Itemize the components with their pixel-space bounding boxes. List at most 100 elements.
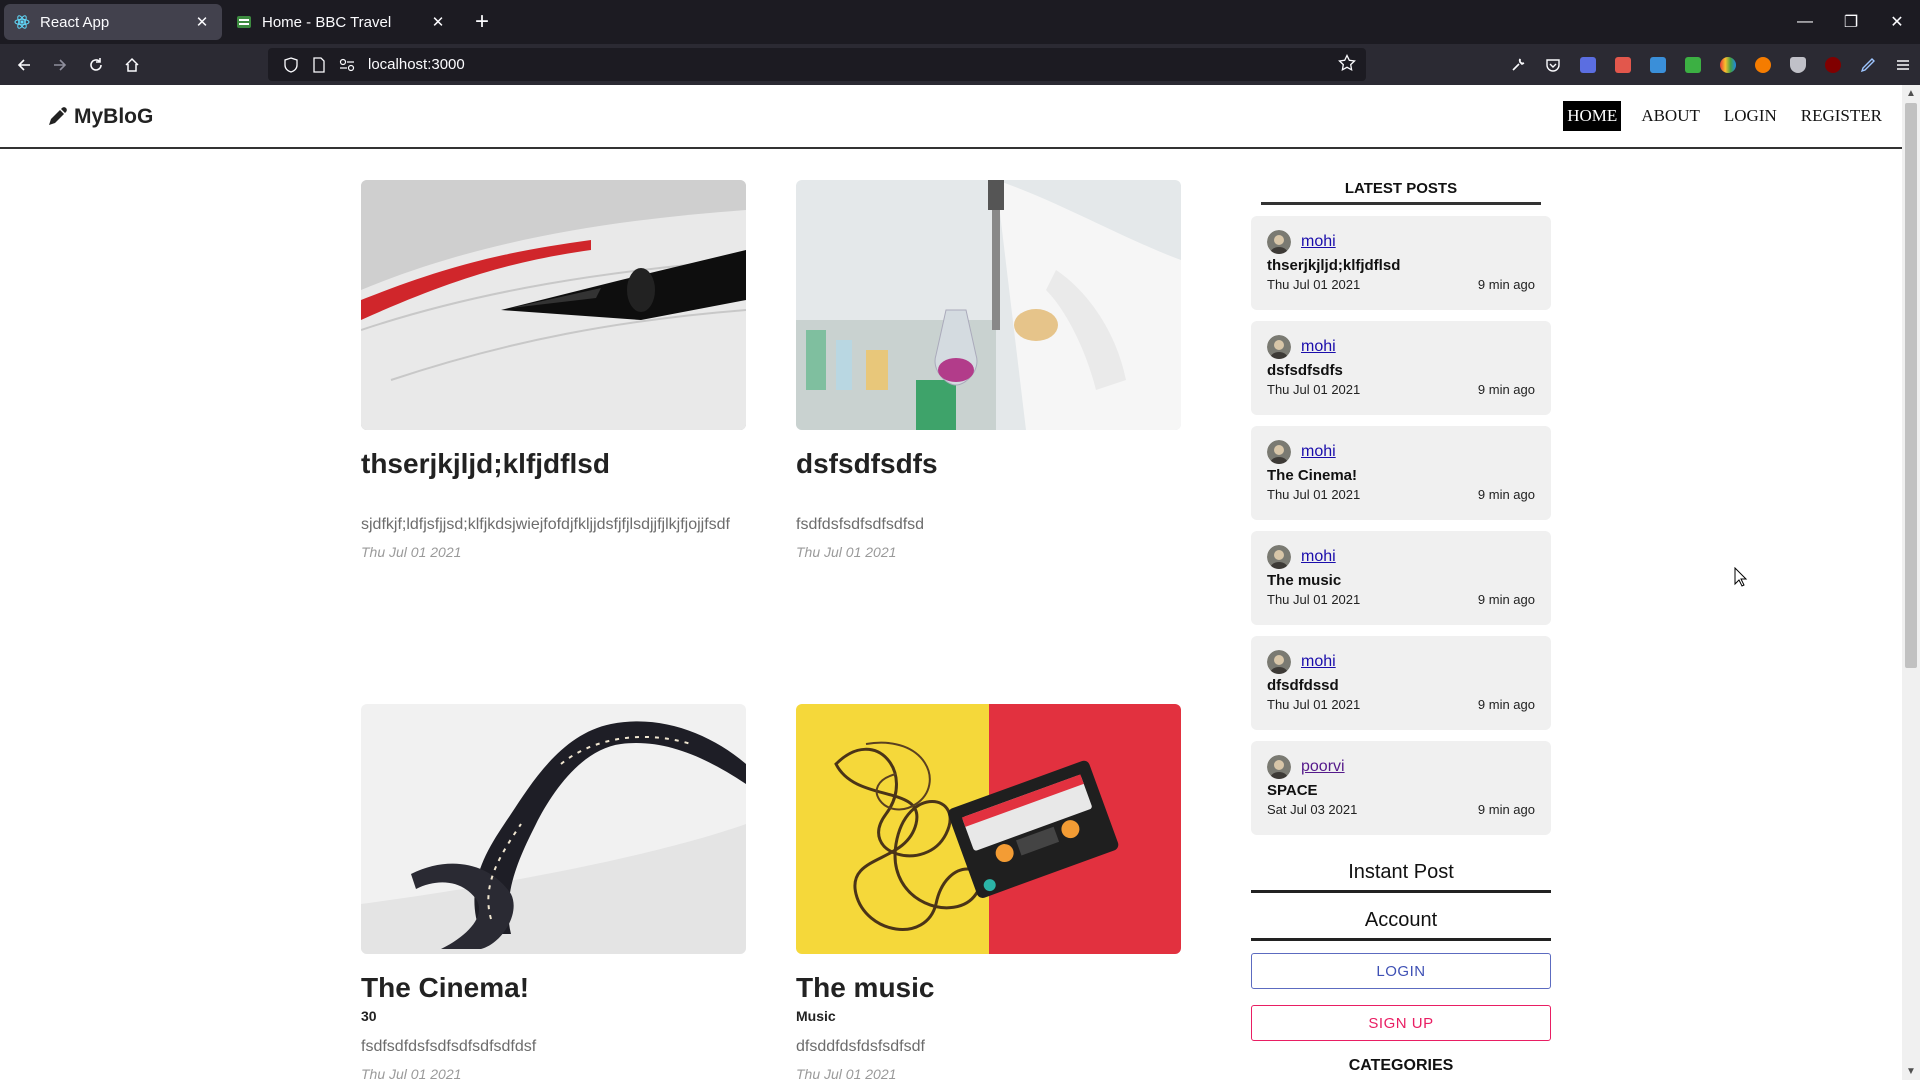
latest-post-date: Thu Jul 01 2021 <box>1267 592 1361 607</box>
post-category: Music <box>796 1008 836 1024</box>
post-date: Thu Jul 01 2021 <box>361 544 462 560</box>
author-link[interactable]: mohi <box>1301 653 1336 671</box>
author-link[interactable]: mohi <box>1301 443 1336 461</box>
tab-react-app[interactable]: React App ✕ <box>4 4 222 40</box>
page-icon[interactable] <box>308 55 330 75</box>
extension-blue-icon[interactable] <box>1570 49 1605 81</box>
extension-container-icon[interactable] <box>1640 49 1675 81</box>
latest-post-ago: 9 min ago <box>1477 697 1535 712</box>
avatar <box>1267 545 1291 569</box>
menu-home[interactable]: HOME <box>1563 101 1622 131</box>
minimize-icon[interactable]: — <box>1782 0 1828 44</box>
post-image-cassette[interactable] <box>796 704 1181 954</box>
close-tab-icon[interactable]: ✕ <box>192 13 212 31</box>
back-icon[interactable] <box>6 49 42 81</box>
post-date: Thu Jul 01 2021 <box>361 1066 462 1080</box>
extension-shield-icon[interactable] <box>1780 49 1815 81</box>
avatar <box>1267 230 1291 254</box>
latest-posts-heading: LATEST POSTS <box>1261 180 1541 205</box>
web-page: MyBloG HOME ABOUT LOGIN REGISTER thserjk… <box>0 85 1902 1080</box>
latest-post-item[interactable]: mohi thserjkjljd;klfjdflsd Thu Jul 01 20… <box>1251 216 1551 310</box>
post-card[interactable]: dsfsdfsdfs fsdfdsfsdfsdfsdfsd Thu Jul 01… <box>796 180 1181 560</box>
categories-heading: CATEGORIES <box>1348 1057 1454 1074</box>
menu-about[interactable]: ABOUT <box>1637 101 1704 131</box>
author-link[interactable]: mohi <box>1301 548 1336 566</box>
post-description: fsdfsdfdsfsdfsdfsdfsdfdsf <box>361 1038 537 1055</box>
author-link[interactable]: mohi <box>1301 338 1336 356</box>
latest-post-date: Thu Jul 01 2021 <box>1267 277 1361 292</box>
post-card[interactable]: thserjkjljd;klfjdflsd sjdfkjf;ldfjsfjjsd… <box>361 180 746 560</box>
latest-post-date: Thu Jul 01 2021 <box>1267 487 1361 502</box>
latest-post-title[interactable]: The music <box>1267 572 1535 589</box>
extension-pen-icon[interactable] <box>1850 49 1885 81</box>
post-title[interactable]: The Cinema! <box>361 972 746 1004</box>
latest-post-item[interactable]: mohi The music Thu Jul 01 2021 9 min ago <box>1251 531 1551 625</box>
tab-bbc-travel[interactable]: Home - BBC Travel ✕ <box>226 4 458 40</box>
bookmark-star-icon[interactable] <box>1338 53 1356 76</box>
reload-icon[interactable] <box>78 49 114 81</box>
latest-post-item[interactable]: mohi dsfsdfsdfs Thu Jul 01 2021 9 min ago <box>1251 321 1551 415</box>
latest-post-item[interactable]: poorvi SPACE Sat Jul 03 2021 9 min ago <box>1251 741 1551 835</box>
latest-post-item[interactable]: mohi dfsdfdssd Thu Jul 01 2021 9 min ago <box>1251 636 1551 730</box>
extension-green-icon[interactable] <box>1675 49 1710 81</box>
avatar <box>1267 650 1291 674</box>
close-tab-icon[interactable]: ✕ <box>428 13 448 31</box>
post-description: dfsddfdsfdsfsdfsdf <box>796 1038 925 1055</box>
latest-post-title[interactable]: dfsdfdssd <box>1267 677 1535 694</box>
tab-label: React App <box>40 13 110 31</box>
page-scrollbar[interactable]: ▲ ▼ <box>1902 85 1920 1080</box>
menu-login[interactable]: LOGIN <box>1720 101 1781 131</box>
signup-button[interactable]: SIGN UP <box>1251 1005 1551 1041</box>
latest-post-title[interactable]: thserjkjljd;klfjdflsd <box>1267 257 1535 274</box>
close-window-icon[interactable]: ✕ <box>1874 0 1920 44</box>
post-image-lab[interactable] <box>796 180 1181 430</box>
post-category: 30 <box>361 1008 377 1024</box>
post-title[interactable]: The music <box>796 972 1181 1004</box>
shield-icon[interactable] <box>280 55 302 75</box>
restore-icon[interactable]: ❐ <box>1828 0 1874 44</box>
menu-register[interactable]: REGISTER <box>1797 101 1886 131</box>
scroll-down-icon[interactable]: ▼ <box>1906 1066 1916 1077</box>
browser-nav-bar: localhost:3000 <box>0 44 1920 85</box>
extension-rainbow-icon[interactable] <box>1710 49 1745 81</box>
scrollbar-thumb[interactable] <box>1905 103 1917 668</box>
avatar <box>1267 440 1291 464</box>
latest-post-title[interactable]: dsfsdfsdfs <box>1267 362 1535 379</box>
post-image-pen[interactable] <box>361 180 746 430</box>
extension-red-icon[interactable] <box>1605 49 1640 81</box>
instant-post-heading: Instant Post <box>1251 861 1551 893</box>
react-icon <box>14 14 30 30</box>
post-title[interactable]: dsfsdfsdfs <box>796 448 1181 480</box>
post-date: Thu Jul 01 2021 <box>796 1066 897 1080</box>
post-card[interactable]: The Cinema! 30 fsdfsdfdsfsdfsdfsdfsdfdsf… <box>361 704 746 1080</box>
ublock-icon[interactable] <box>1815 49 1850 81</box>
forward-icon[interactable] <box>42 49 78 81</box>
scroll-up-icon[interactable]: ▲ <box>1906 88 1916 99</box>
extension-orange-icon[interactable] <box>1745 49 1780 81</box>
author-link[interactable]: poorvi <box>1301 758 1345 776</box>
window-controls: — ❐ ✕ <box>1782 0 1920 44</box>
site-logo[interactable]: MyBloG <box>46 105 153 129</box>
url-bar[interactable]: localhost:3000 <box>268 48 1366 81</box>
latest-post-ago: 9 min ago <box>1477 487 1535 502</box>
wrench-icon[interactable] <box>1500 49 1535 81</box>
latest-post-ago: 9 min ago <box>1477 277 1535 292</box>
menu-hamburger-icon[interactable] <box>1885 49 1920 81</box>
bbc-icon <box>236 14 252 30</box>
pocket-icon[interactable] <box>1535 49 1570 81</box>
post-title[interactable]: thserjkjljd;klfjdflsd <box>361 448 746 480</box>
latest-post-title[interactable]: SPACE <box>1267 782 1535 799</box>
login-button[interactable]: LOGIN <box>1251 953 1551 989</box>
site-header: MyBloG HOME ABOUT LOGIN REGISTER <box>0 85 1902 149</box>
latest-post-title[interactable]: The Cinema! <box>1267 467 1535 484</box>
post-image-film[interactable] <box>361 704 746 954</box>
permissions-icon[interactable] <box>336 55 358 75</box>
latest-post-item[interactable]: mohi The Cinema! Thu Jul 01 2021 9 min ag… <box>1251 426 1551 520</box>
home-icon[interactable] <box>114 49 150 81</box>
main-menu: HOME ABOUT LOGIN REGISTER <box>1563 101 1902 131</box>
new-tab-icon[interactable]: + <box>466 8 498 36</box>
post-description: sjdfkjf;ldfjsfjjsd;klfjkdsjwiejfofdjfklj… <box>361 516 730 533</box>
author-link[interactable]: mohi <box>1301 233 1336 251</box>
latest-post-ago: 9 min ago <box>1477 592 1535 607</box>
post-card[interactable]: The music Music dfsddfdsfdsfsdfsdf Thu J… <box>796 704 1181 1080</box>
